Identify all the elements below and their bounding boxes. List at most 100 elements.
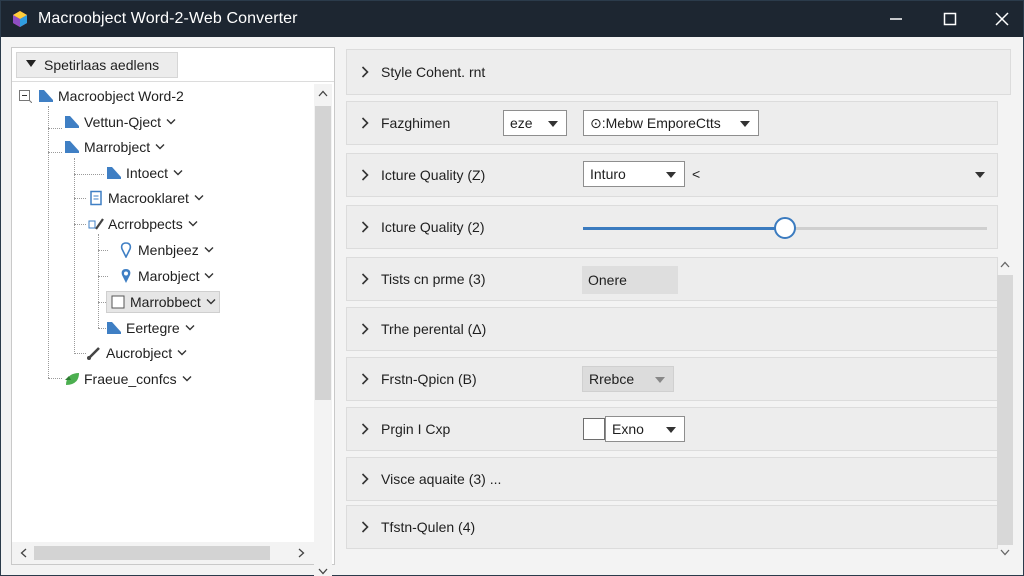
property-label: Icture Quality (Z) [381,167,486,183]
property-row[interactable]: Icture Quality (Z) Inturo < [346,153,998,197]
extra-indicator: < [692,166,701,182]
property-row[interactable]: Tfstn-Qulen (4) [346,505,998,549]
tree-item[interactable]: Marrobject [64,136,165,158]
chevron-down-icon[interactable] [185,324,195,332]
chevron-right-icon[interactable] [361,323,369,335]
chevron-right-icon[interactable] [361,373,369,385]
chevron-down-icon[interactable] [173,169,183,177]
tree-item[interactable]: Eertegre [106,317,195,339]
property-row[interactable]: Prgin I Cxp Exno [346,407,998,451]
value-field[interactable]: Onere [582,266,678,294]
scroll-thumb[interactable] [34,546,270,560]
option-dropdown[interactable]: Rrebce [582,366,674,392]
scroll-down-icon[interactable] [318,568,328,575]
chevron-right-icon[interactable] [361,473,369,485]
dropdown-value: ⊙:Mebw EmporeCtts [590,114,721,131]
chevron-down-icon[interactable] [166,118,176,126]
tree-header-label: Spetirlaas aedlens [44,57,160,73]
chevron-down-icon[interactable] [177,349,187,357]
tree-item[interactable]: Menbjeez [118,239,214,261]
dropdown-arrow-icon [740,121,750,127]
property-row[interactable]: Visce aquaite (3) ... [346,457,998,501]
dropdown-value: Rrebce [589,371,635,387]
property-row[interactable]: Tists cn prme (3) Onere [346,257,998,301]
row-dropdown-arrow-icon[interactable] [975,172,985,179]
tree-item[interactable]: Macrooklaret [88,187,204,209]
chevron-right-icon[interactable] [361,221,369,233]
chevron-down-icon[interactable] [188,220,198,228]
row-checkbox[interactable] [583,418,605,440]
expand-box-icon[interactable] [18,89,32,103]
leaf-icon [65,373,79,385]
property-label: Tists cn prme (3) [381,271,486,287]
chevron-right-icon[interactable] [361,423,369,435]
chevron-down-icon[interactable] [204,272,214,280]
dropdown-arrow-icon [666,172,676,178]
property-row[interactable]: Trhe perental (Δ) [346,307,998,351]
app-window: Macroobject Word-2-Web Converter Spetirl… [0,0,1024,576]
scroll-down-icon[interactable] [1000,549,1010,556]
chevron-down-icon[interactable] [182,375,192,383]
small-dropdown[interactable]: eze [503,110,567,136]
tree-horizontal-scrollbar[interactable] [12,542,314,564]
dropdown-value: Exno [612,421,644,437]
chevron-right-icon[interactable] [361,521,369,533]
quality-slider-thumb[interactable] [774,217,796,239]
quality-dropdown[interactable]: Inturo [583,161,685,187]
tree-item[interactable]: Aucrobject [86,342,187,364]
exno-dropdown[interactable]: Exno [605,416,685,442]
chevron-right-icon[interactable] [361,273,369,285]
tree-item[interactable]: Acrrobpects [88,213,198,235]
minimize-icon [890,18,902,20]
checkbox-icon [111,295,125,309]
tree-item-label: Marrobject [84,139,151,155]
tree-item-selected[interactable]: Marrobbect [106,291,220,313]
tree-vertical-scrollbar[interactable] [314,84,332,576]
tree-item-label: Marrobbect [130,294,201,310]
property-row[interactable]: Frstn-Qpicn (B) Rrebce [346,357,998,401]
scroll-left-icon[interactable] [20,548,27,558]
tree-item-label: Eertegre [126,320,180,336]
scroll-up-icon[interactable] [1000,261,1010,268]
tree-guide-line [74,198,86,199]
title-bar: Macroobject Word-2-Web Converter [1,1,1023,37]
maximize-button[interactable] [927,1,973,37]
property-label: Frstn-Qpicn (B) [381,371,477,387]
tree-item[interactable]: Marobject [118,265,214,287]
chevron-down-icon[interactable] [206,298,216,306]
chevron-down-icon[interactable] [204,246,214,254]
scroll-thumb[interactable] [315,106,331,400]
minimize-button[interactable] [873,1,919,37]
tree-item[interactable]: Vettun-Qject [64,111,176,133]
property-label: Prgin I Cxp [381,421,451,437]
dropdown-value: eze [510,115,533,131]
mode-dropdown[interactable]: ⊙:Mebw EmporeCtts [583,110,759,136]
tree-guide-line [74,224,86,225]
collapse-arrow-icon[interactable] [25,59,37,69]
scroll-right-icon[interactable] [298,548,305,558]
scroll-thumb[interactable] [997,275,1013,545]
close-button[interactable] [979,1,1024,37]
chevron-right-icon[interactable] [361,66,369,78]
tree-guide-line [98,276,108,277]
properties-vertical-scrollbar[interactable] [997,257,1013,561]
tree-item[interactable]: Intoect [106,162,183,184]
property-label: Style Cohent. rnt [381,64,486,80]
property-row[interactable]: Fazghimen eze ⊙:Mebw EmporeCtts [346,101,998,145]
tree-item[interactable]: Fraeue_confcs [64,368,192,390]
chevron-right-icon[interactable] [361,169,369,181]
chevron-down-icon[interactable] [155,143,165,151]
dropdown-arrow-icon [666,427,676,433]
chevron-down-icon[interactable] [194,194,204,202]
tree-guide-line [48,106,49,378]
tree-item-label: Macrooklaret [108,190,189,206]
tree-item-root[interactable]: Macroobject Word-2 [18,85,184,107]
tree-header: Spetirlaas aedlens [12,48,334,82]
dropdown-value: Inturo [590,166,626,182]
property-row[interactable]: Style Cohent. rnt [346,49,1011,95]
field-value: Onere [588,272,627,288]
scroll-up-icon[interactable] [318,90,328,97]
tree-item-label: Menbjeez [138,242,199,258]
property-label: Icture Quality (2) [381,219,485,235]
chevron-right-icon[interactable] [361,117,369,129]
